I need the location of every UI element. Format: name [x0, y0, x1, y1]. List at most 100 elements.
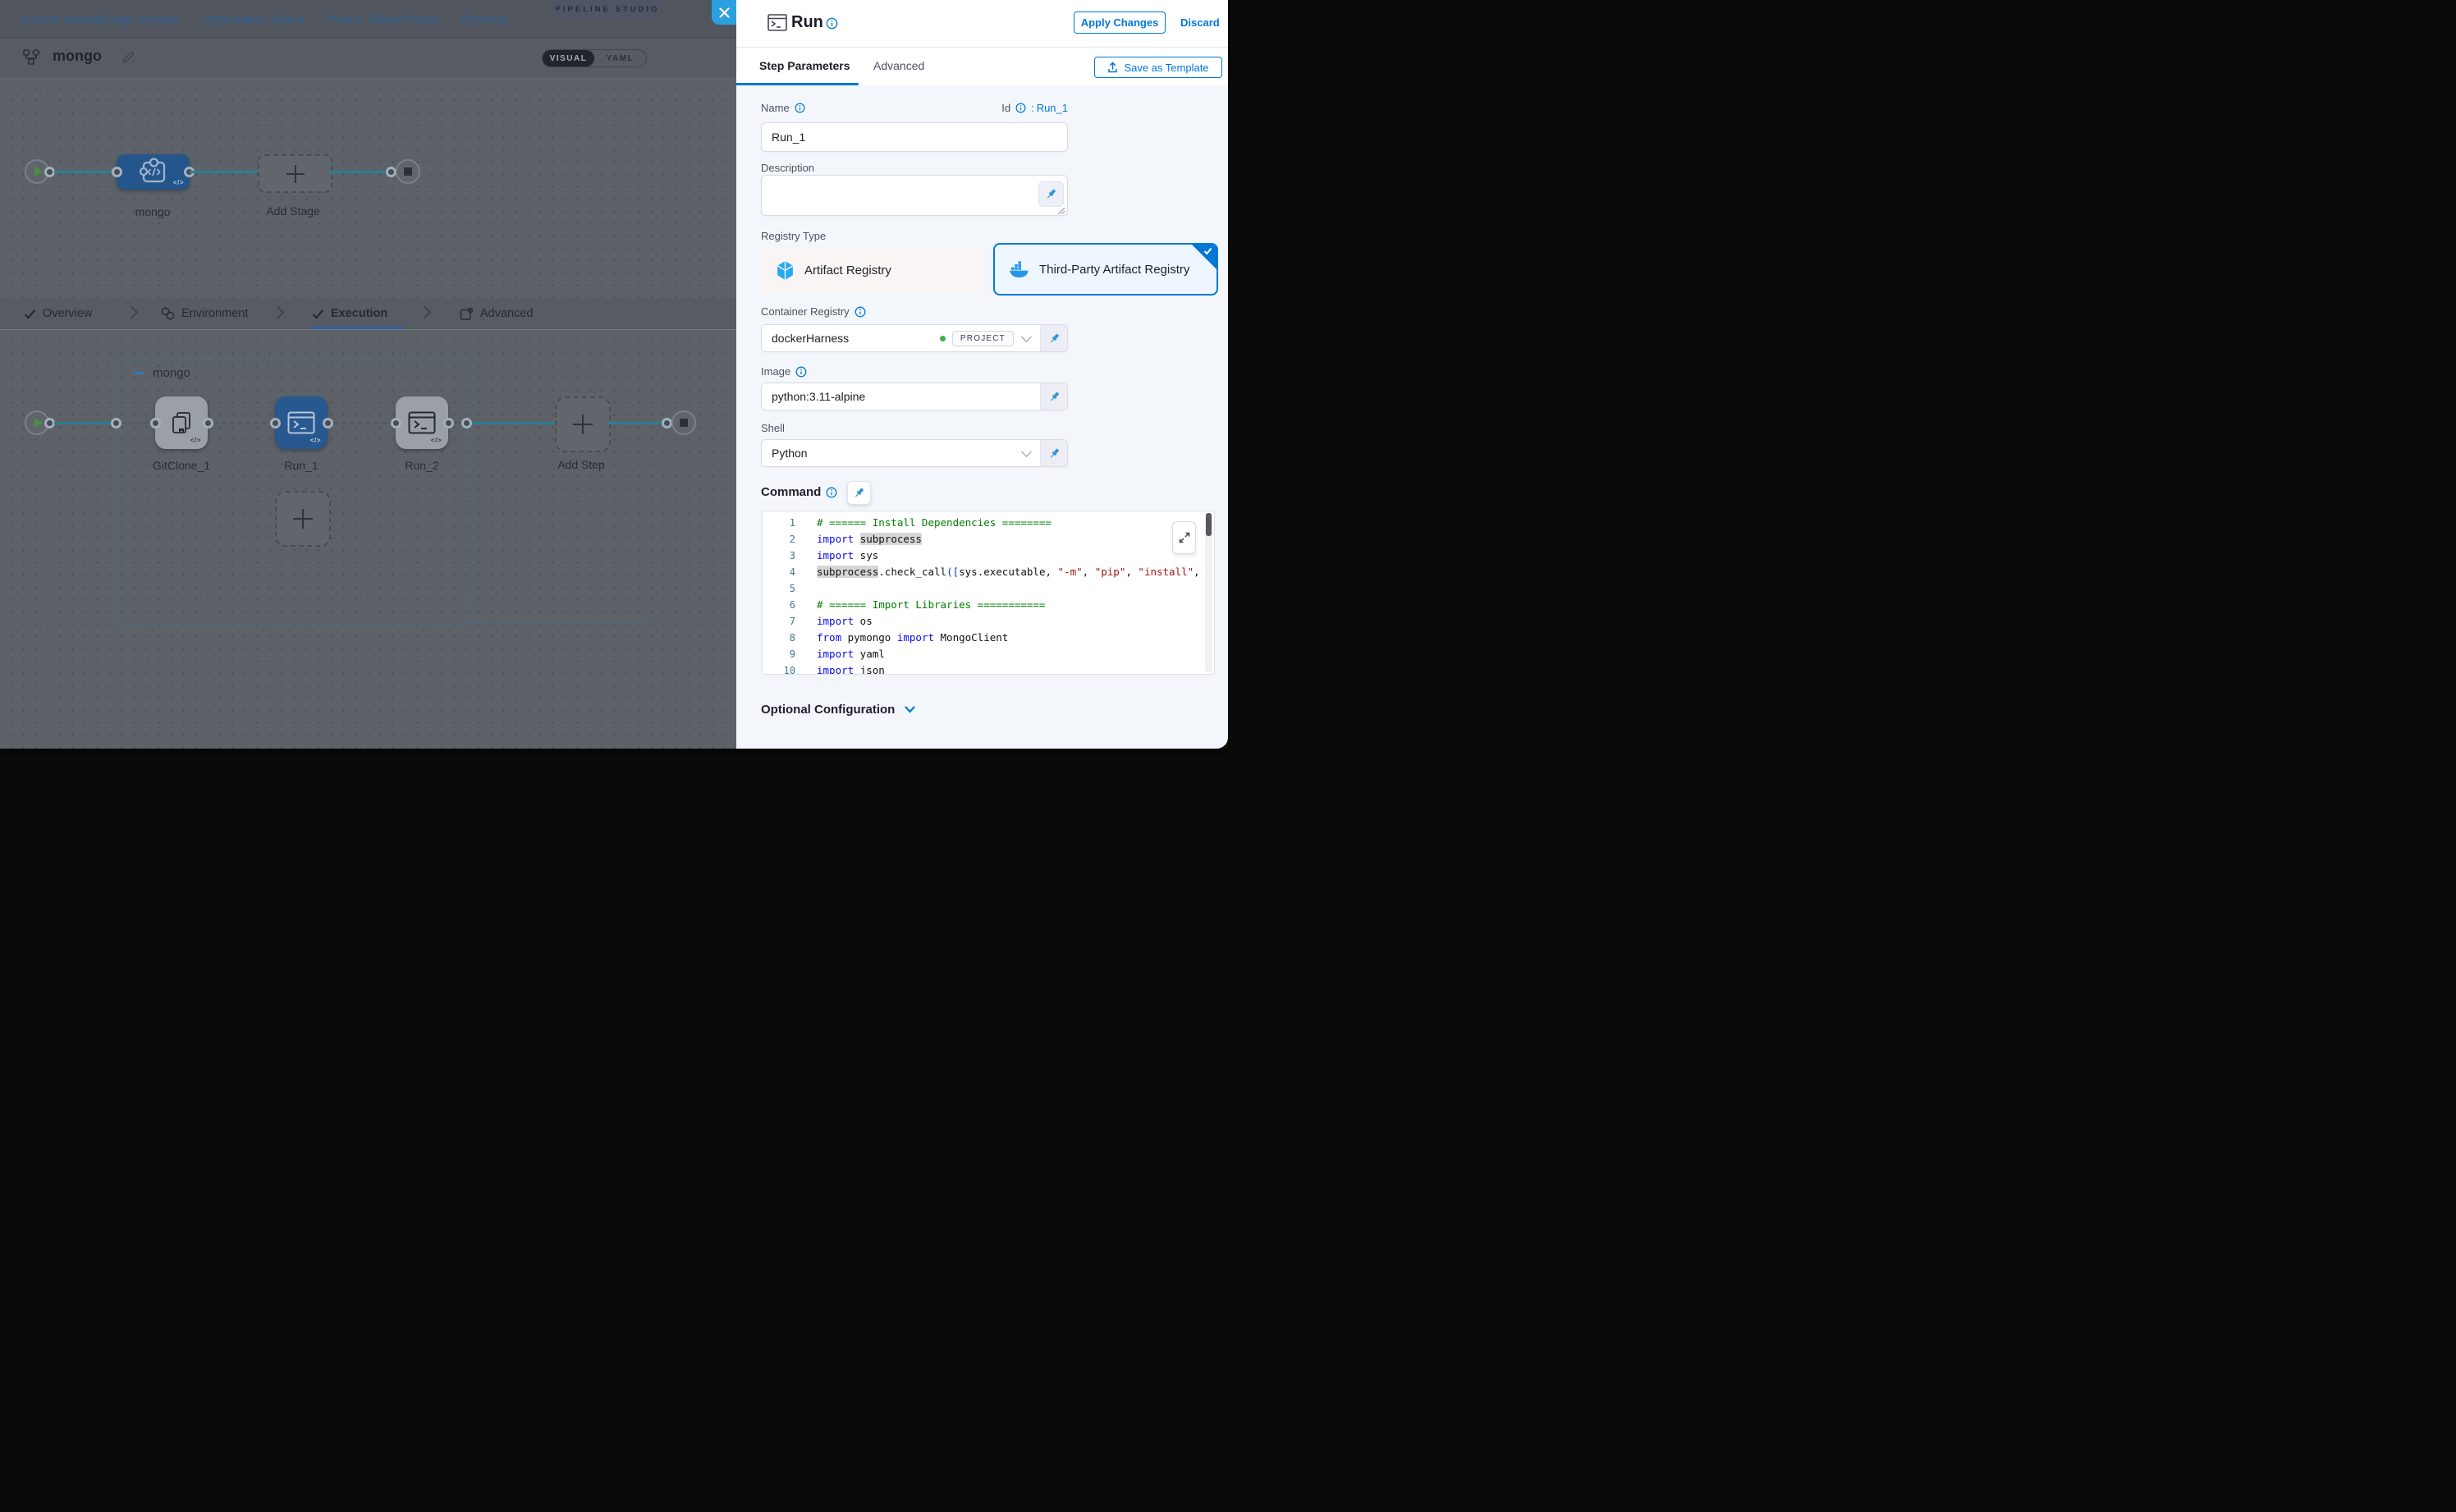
chevron-down-icon — [905, 706, 915, 713]
connector-port — [111, 418, 121, 428]
line-number: 3 — [763, 548, 795, 564]
pin-runtime-input-button[interactable] — [1040, 383, 1067, 410]
stage-node-mongo[interactable]: </> — [117, 154, 190, 190]
breadcrumb-item[interactable]: Project: Default Project — [327, 13, 440, 25]
step-label: Run_2 — [405, 459, 438, 472]
step-node-run2[interactable]: </> — [396, 396, 448, 449]
chevron-down-icon[interactable] — [1021, 332, 1032, 342]
add-step-button[interactable] — [555, 396, 611, 452]
code-line[interactable]: # ====== Import Libraries =========== — [817, 597, 1203, 613]
tab-execution[interactable]: Execution — [312, 298, 387, 329]
code-line[interactable]: import sys — [817, 548, 1203, 564]
tab-step-parameters[interactable]: Step Parameters — [759, 48, 850, 83]
code-line[interactable]: import subprocess — [817, 531, 1203, 548]
save-as-template-label: Save as Template — [1124, 62, 1208, 74]
description-label: Description — [761, 162, 814, 174]
scope-badge: PROJECT — [952, 331, 1014, 346]
tab-advanced[interactable]: Advanced — [873, 48, 924, 83]
breadcrumb-item[interactable]: Pipelines — [462, 13, 507, 25]
step-group-label: mongo — [153, 366, 190, 380]
code-line[interactable]: import json — [817, 662, 1203, 675]
upload-icon — [1107, 62, 1118, 73]
chevron-down-icon[interactable] — [1021, 447, 1032, 457]
pin-runtime-input-button[interactable] — [1038, 181, 1064, 207]
stop-icon — [680, 419, 688, 427]
code-badge: </> — [310, 437, 321, 444]
expand-editor-button[interactable] — [1172, 521, 1196, 554]
breadcrumb-separator-icon — [187, 15, 195, 23]
code-line[interactable]: subprocess.check_call([sys.executable, "… — [817, 564, 1203, 580]
docker-icon — [1009, 261, 1029, 277]
tab-overview[interactable]: Overview — [24, 298, 92, 329]
pin-runtime-input-button[interactable] — [1040, 440, 1067, 466]
breadcrumb-item[interactable]: Account: kurosakiichigo.songoku — [19, 13, 181, 25]
registry-option-third-party[interactable]: Third-Party Artifact Registry — [993, 243, 1218, 296]
step-node-run1[interactable]: </> — [275, 396, 328, 449]
add-step-label[interactable]: Add Step — [557, 458, 605, 471]
resize-handle[interactable] — [1057, 207, 1065, 215]
stage-graph-canvas[interactable] — [0, 77, 736, 298]
add-stage-button[interactable] — [258, 154, 332, 193]
edit-pipeline-icon[interactable] — [121, 50, 135, 64]
info-icon[interactable] — [795, 366, 807, 378]
code-lines[interactable]: # ====== Install Dependencies ========im… — [817, 515, 1203, 675]
pin-icon — [1045, 188, 1057, 200]
step-node-gitclone[interactable]: </> — [155, 396, 208, 449]
command-code-editor[interactable]: 12345678910 # ====== Install Dependencie… — [762, 511, 1215, 675]
play-icon — [34, 167, 43, 176]
info-icon[interactable] — [826, 487, 837, 498]
description-textarea[interactable] — [761, 175, 1068, 216]
scrollbar-thumb[interactable] — [1206, 513, 1212, 536]
code-line[interactable]: import os — [817, 613, 1203, 630]
add-parallel-step-button[interactable] — [275, 491, 331, 547]
id-value[interactable]: Run_1 — [1037, 102, 1068, 114]
info-icon[interactable] — [1015, 103, 1026, 113]
connector-line — [472, 422, 555, 424]
container-registry-field[interactable]: dockerHarness PROJECT — [762, 325, 1040, 351]
tab-environment[interactable]: Environment — [161, 298, 248, 329]
name-label-row: Name — [761, 102, 805, 114]
info-icon[interactable] — [855, 306, 866, 318]
save-as-template-button[interactable]: Save as Template — [1094, 57, 1222, 78]
shell-select[interactable]: Python — [762, 440, 1040, 466]
code-line[interactable]: import yaml — [817, 646, 1203, 662]
info-icon — [795, 103, 805, 113]
pin-runtime-input-button[interactable] — [1040, 325, 1067, 351]
line-number: 10 — [763, 662, 795, 675]
breadcrumb-item[interactable]: Organization: default — [203, 13, 305, 25]
step-group-header[interactable]: mongo — [134, 366, 190, 380]
pin-icon — [1048, 332, 1061, 345]
name-input[interactable]: Run_1 — [761, 122, 1068, 152]
plus-icon — [302, 509, 304, 529]
apply-changes-button[interactable]: Apply Changes — [1074, 11, 1166, 34]
breadcrumb: Account: kurosakiichigo.songoku Organizat… — [19, 0, 507, 38]
code-line[interactable]: # ====== Install Dependencies ======== — [817, 515, 1203, 531]
optional-configuration-toggle[interactable]: Optional Configuration — [761, 703, 915, 717]
chevron-right-icon — [419, 306, 432, 319]
collapse-icon[interactable] — [134, 372, 144, 374]
connector-line — [190, 171, 258, 173]
close-drawer-button[interactable] — [712, 0, 736, 25]
pin-runtime-input-button[interactable] — [847, 481, 871, 505]
code-line[interactable]: from pymongo import MongoClient — [817, 630, 1203, 646]
pin-icon — [1048, 447, 1061, 460]
tab-advanced-label: Advanced — [480, 307, 534, 320]
info-icon[interactable] — [826, 17, 838, 30]
discard-button[interactable]: Discard — [1180, 16, 1220, 29]
command-label: Command — [761, 485, 821, 499]
fullscreen-icon — [1179, 532, 1190, 543]
step-label: Run_1 — [284, 459, 318, 472]
line-number: 1 — [763, 515, 795, 531]
toggle-visual[interactable]: VISUAL — [543, 50, 594, 66]
toggle-yaml[interactable]: YAML — [594, 50, 646, 66]
bottom-edge-bar — [0, 749, 1228, 756]
connector-port — [443, 418, 454, 428]
registry-option-artifact[interactable]: Artifact Registry — [762, 247, 981, 293]
image-input[interactable]: python:3.11-alpine — [762, 383, 1040, 410]
registry-type-label: Registry Type — [761, 230, 826, 242]
chevron-right-icon — [272, 306, 285, 319]
tab-advanced[interactable]: Advanced — [460, 298, 534, 329]
add-stage-label[interactable]: Add Stage — [266, 204, 319, 218]
code-line[interactable] — [817, 580, 1203, 597]
editor-scrollbar[interactable] — [1205, 513, 1212, 672]
